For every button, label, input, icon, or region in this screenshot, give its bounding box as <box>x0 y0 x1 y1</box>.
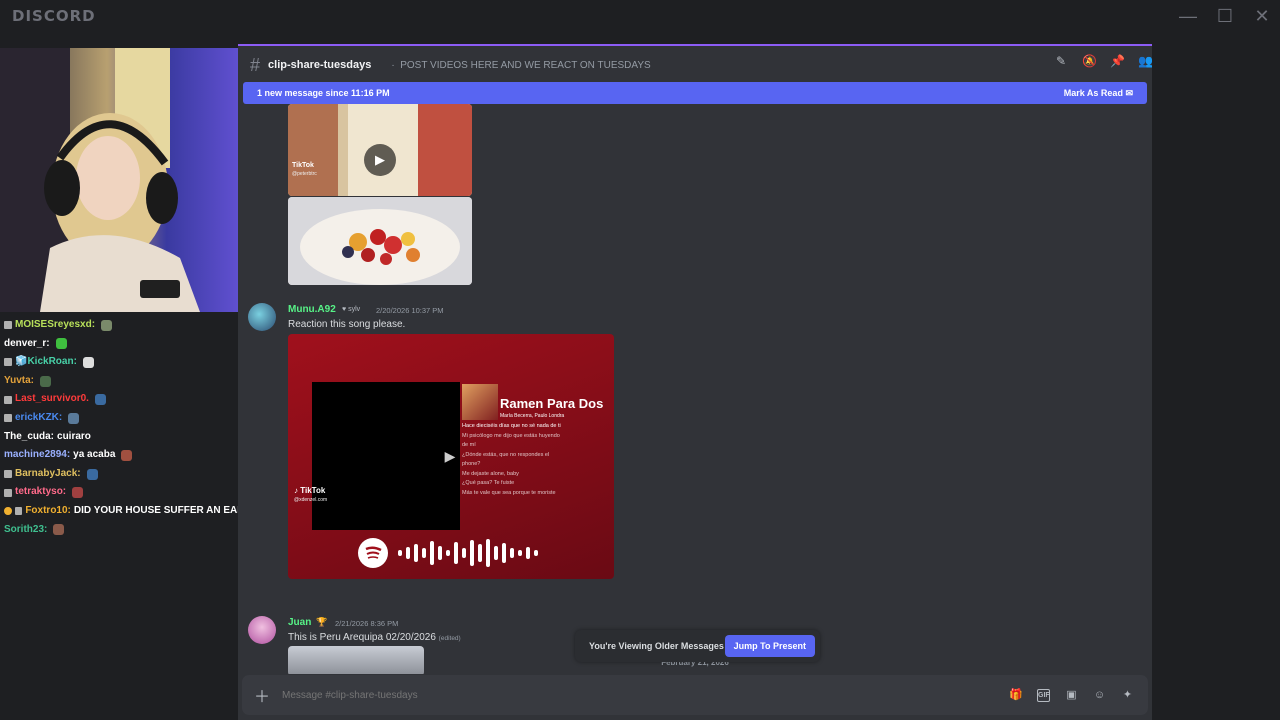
message-input[interactable] <box>282 689 1009 701</box>
emote-icon <box>86 468 98 480</box>
badge-icon <box>4 488 12 497</box>
badge-icon <box>4 414 12 423</box>
play-icon[interactable]: ▶ <box>364 144 396 176</box>
chat-user: Foxtro10: <box>25 504 71 516</box>
title-bar: DISCORD — ☐ ✕ <box>0 0 1280 32</box>
channel-header: # clip-share-tuesdays · POST VIDEOS HERE… <box>238 48 1153 82</box>
emoji-icon[interactable]: ☺ <box>1093 689 1106 702</box>
lyric-line: Mi psicólogo me dijo que estás huyendo d… <box>462 432 560 449</box>
lyric-line: Más te vale que sea porque te moriste <box>462 489 556 496</box>
song-title: Ramen Para Dos <box>500 396 604 411</box>
message-author[interactable]: Juan <box>288 617 311 628</box>
emote-icon <box>94 394 106 406</box>
lyric-line: Hace dieciséis días que no sé nada de ti <box>462 423 561 429</box>
tiktok-handle: @peterbtrc <box>292 171 317 177</box>
song-video-embed[interactable]: ▶ ♪ TikTok @xdenzel.com Ramen Para Dos M… <box>288 334 614 579</box>
edited-label: (edited) <box>438 635 461 642</box>
message-text: Reaction this song please. <box>288 319 406 330</box>
badge-icon <box>4 507 12 516</box>
mute-icon[interactable]: 🔕 <box>1082 54 1097 68</box>
badge-icon <box>4 395 12 404</box>
emote-icon <box>55 338 67 350</box>
discord-channel-view: # clip-share-tuesdays · POST VIDEOS HERE… <box>238 44 1153 720</box>
maximize-icon[interactable]: ☐ <box>1215 6 1235 26</box>
emote-icon <box>53 524 65 536</box>
song-artists: María Becerra, Paulo Londra <box>500 413 565 419</box>
discord-logo: DISCORD <box>12 7 96 25</box>
badge-icon <box>4 470 12 479</box>
chat-user: denver_r: <box>4 337 50 349</box>
streamer-webcam-image <box>0 48 238 312</box>
older-messages-text: You're Viewing Older Messages <box>589 641 724 651</box>
header-toolbar: ✎ 🔕 📌 👥 <box>1054 54 1153 68</box>
emote-icon <box>121 449 133 461</box>
chat-user: Last_survivor0. <box>15 393 89 405</box>
avatar[interactable] <box>248 616 276 644</box>
message-timestamp: 2/20/2026 10:37 PM <box>376 306 444 315</box>
message-timestamp: 2/21/2026 8:36 PM <box>335 619 399 628</box>
tiktok-video-thumbnail[interactable]: ▶ TikTok @peterbtrc <box>288 104 472 196</box>
avatar[interactable] <box>248 303 276 331</box>
message-composer: ＋ 🎁 GIF ▣ ☺ ✦ <box>242 675 1148 715</box>
tiktok-watermark: ♪ TikTok <box>294 486 326 495</box>
album-cover-image <box>462 384 498 420</box>
webcam-overlay <box>0 48 238 312</box>
message-author[interactable]: Munu.A92 <box>288 304 336 315</box>
user-tag: ♥ sylv <box>342 306 361 313</box>
lyrics-block: Hace dieciséis días que no sé nada de ti… <box>462 422 562 498</box>
chat-user: erickKZK: <box>15 411 63 423</box>
older-messages-bar: You're Viewing Older Messages Jump To Pr… <box>575 630 820 662</box>
composer-toolbar: 🎁 GIF ▣ ☺ ✦ <box>1009 688 1148 702</box>
add-attachment-icon[interactable]: ＋ <box>242 683 282 707</box>
mark-as-read-button[interactable]: Mark As Read ✉ <box>1064 88 1133 99</box>
channel-topic: · POST VIDEOS HERE AND WE REACT ON TUESD… <box>391 59 651 71</box>
lyric-line: Me dejaste alone, baby <box>462 470 519 477</box>
emote-icon <box>72 487 84 499</box>
chat-message: cuiraro <box>57 430 91 442</box>
apps-icon[interactable]: ✦ <box>1121 689 1134 702</box>
message-text: This is Peru Arequipa 02/20/2026 (edited… <box>288 632 461 643</box>
fruit-cake-image <box>288 197 472 285</box>
chat-user: tetraktyso: <box>15 486 67 498</box>
gift-icon[interactable]: 🎁 <box>1009 689 1023 702</box>
close-icon[interactable]: ✕ <box>1252 6 1272 26</box>
gif-icon[interactable]: GIF <box>1037 688 1050 702</box>
chat-message: ya acaba <box>73 449 116 461</box>
new-message-bar[interactable]: 1 new message since 11:16 PM Mark As Rea… <box>243 82 1147 104</box>
chat-user: BarnabyJack: <box>15 467 81 479</box>
emote-icon <box>68 412 80 424</box>
chat-user: The_cuda: <box>4 430 55 442</box>
sticker-icon[interactable]: ▣ <box>1065 689 1078 702</box>
badge-icon <box>4 358 12 367</box>
new-message-text: 1 new message since 11:16 PM <box>257 88 390 98</box>
members-icon[interactable]: 👥 <box>1138 54 1153 68</box>
cake-image[interactable] <box>288 197 472 285</box>
spotify-code-bars <box>398 539 538 567</box>
emote-icon <box>82 356 94 368</box>
badge-icon <box>14 507 23 516</box>
lyric-line: ¿Qué pasa? Te fuiste <box>462 480 515 486</box>
badge-icon <box>4 321 12 330</box>
hashtag-icon: # <box>250 54 261 75</box>
chat-user: Yuvta: <box>4 374 35 386</box>
tiktok-watermark: TikTok <box>292 162 314 169</box>
jump-to-present-button[interactable]: Jump To Present <box>724 635 815 657</box>
minimize-icon[interactable]: — <box>1178 6 1198 26</box>
pin-icon[interactable]: 📌 <box>1110 54 1125 68</box>
chat-user: Sorith23: <box>4 523 48 535</box>
trophy-icon: 🏆 <box>316 617 328 627</box>
right-background <box>1152 32 1280 720</box>
channel-name: clip-share-tuesdays <box>268 59 372 71</box>
message-list[interactable]: ▶ TikTok @peterbtrc Munu.A92 ♥ sylv 2/20… <box>238 104 1152 674</box>
lyric-line: ¿Dónde estás, que no respondes el phone? <box>462 451 550 468</box>
tiktok-handle: @xdenzel.com <box>294 497 328 503</box>
attached-image[interactable] <box>288 646 424 674</box>
chat-user: 🧊KickRoan: <box>15 356 77 368</box>
emote-icon <box>40 375 52 387</box>
chat-user: MOISESreyesxd: <box>15 319 96 330</box>
emote-icon <box>101 319 113 331</box>
chat-user: machine2894: <box>4 449 71 461</box>
threads-icon[interactable]: ✎ <box>1054 54 1068 68</box>
spotify-icon <box>358 538 388 568</box>
